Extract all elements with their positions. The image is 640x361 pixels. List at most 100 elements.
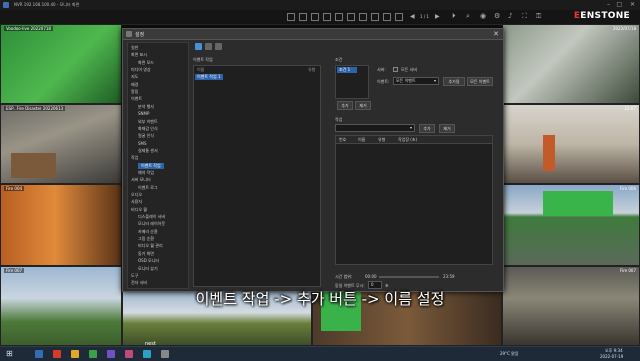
tree-item[interactable]: 지도 xyxy=(131,74,138,80)
layout-mix-icon[interactable] xyxy=(395,13,403,21)
camera-tile-2[interactable]: ESP...Fire Disaster 20220613 xyxy=(0,104,122,184)
tree-item[interactable]: 비디오 월 관리 xyxy=(138,243,163,249)
taskbar-app-icon[interactable] xyxy=(125,350,133,358)
action-header-duration: 작업장 (초) xyxy=(398,137,418,142)
taskbar-app-icon[interactable] xyxy=(107,350,115,358)
condition-label: 조건 xyxy=(335,57,343,62)
settings-icon[interactable]: ⚙ xyxy=(494,12,500,20)
window-title: NVR 192.168.100.40 - 모니터 화면 xyxy=(14,2,80,7)
tree-item[interactable]: 도구 xyxy=(131,273,138,279)
layout-split-icon[interactable] xyxy=(383,13,391,21)
record-icon[interactable]: ◉ xyxy=(480,12,486,20)
tree-item[interactable]: 실제통 센서 xyxy=(138,148,158,154)
condition-item[interactable]: 조건 1 xyxy=(337,67,357,73)
camera-tile-1[interactable]: Voodoo-live 20220718 xyxy=(0,24,122,104)
weather-text[interactable]: 29°C 맑음 xyxy=(500,351,519,357)
camera-tile-6[interactable]: 15:07 xyxy=(502,104,640,184)
tree-item[interactable]: 디스플레이 서버 xyxy=(138,214,165,220)
next-page-icon[interactable]: ▶ xyxy=(435,13,440,20)
taskbar-app-icon[interactable] xyxy=(161,350,169,358)
copy-job-icon[interactable] xyxy=(205,43,212,50)
tree-item[interactable]: 예약 작업 xyxy=(138,170,154,176)
action-add-button[interactable]: 추가 xyxy=(419,124,435,133)
server-checkbox[interactable] xyxy=(393,67,398,72)
tree-item[interactable]: 배경 xyxy=(131,82,138,88)
add-event-button[interactable]: 추가됨 xyxy=(443,77,465,86)
windows-start-icon[interactable]: ⊞ xyxy=(6,349,13,358)
tree-item[interactable]: 그림 순환 xyxy=(138,236,154,242)
condition-delete-button[interactable]: 제거 xyxy=(355,101,371,110)
search-icon[interactable]: ⌕ xyxy=(466,12,470,21)
tree-item[interactable]: 서버 모니터 xyxy=(131,177,151,183)
taskbar-app-icon[interactable] xyxy=(35,350,43,358)
tree-item[interactable]: 화면 모드 xyxy=(138,60,154,66)
layout-custom-icon[interactable] xyxy=(335,13,343,21)
layout-full-icon[interactable] xyxy=(371,13,379,21)
tree-item[interactable]: 사용자 xyxy=(131,199,142,205)
tree-item[interactable]: 모니터 레이아웃 xyxy=(138,221,165,227)
camera-tile-5[interactable]: 2022/07/18 xyxy=(502,24,640,104)
tree-item[interactable]: 비디오 월 xyxy=(131,207,147,213)
layout-4-icon[interactable] xyxy=(299,13,307,21)
camera-scene-shape xyxy=(11,153,56,178)
play-icon[interactable]: ⏵ xyxy=(452,12,456,21)
fullscreen-icon[interactable]: ⛶ xyxy=(522,12,527,21)
dialog-close-button[interactable]: ✕ xyxy=(493,30,499,38)
tree-item[interactable]: 전자 서버 xyxy=(131,280,147,286)
tree-item[interactable]: 미디어 영상 xyxy=(131,67,151,73)
tree-item[interactable]: 얼굴 인식 xyxy=(138,133,154,139)
event-select[interactable]: 모든 이벤트 ▾ xyxy=(393,77,439,85)
list-item[interactable]: 이벤트 작업 1 xyxy=(195,74,223,80)
maximize-button[interactable]: □ xyxy=(616,1,622,8)
taskbar-app-icon[interactable] xyxy=(53,350,61,358)
camera-timestamp: 2022/07/18 xyxy=(612,26,636,31)
time-range-slider[interactable] xyxy=(379,276,439,278)
tree-item[interactable]: 화면 표시 xyxy=(131,52,147,58)
time-from[interactable]: 00:00 xyxy=(365,274,377,279)
taskbar: ⊞ 29°C 맑음 오후 9:34 2022-07-19 xyxy=(0,346,640,361)
all-events-button[interactable]: 모든 이벤트 xyxy=(467,77,493,86)
layout-16-icon[interactable] xyxy=(323,13,331,21)
clock-date[interactable]: 2022-07-19 xyxy=(600,354,623,359)
tree-item[interactable]: 이벤트 작업 xyxy=(138,162,164,169)
minimize-button[interactable]: – xyxy=(607,1,610,8)
add-job-icon[interactable] xyxy=(195,43,202,50)
tree-item[interactable]: 오디오 xyxy=(131,192,142,198)
tree-item[interactable]: 모니터 뷰기 xyxy=(138,266,158,272)
server-checkbox-label: 모든 서버 xyxy=(401,67,417,72)
tree-item[interactable]: 분석 행사 xyxy=(138,104,154,110)
tree-item[interactable]: 작업 xyxy=(131,155,138,161)
action-header-no: 번호 xyxy=(339,137,347,142)
tree-item[interactable]: SMS xyxy=(138,141,147,146)
tree-item[interactable]: SNMP xyxy=(138,111,149,116)
camera-tile-3[interactable]: Fire 004 xyxy=(0,184,122,266)
tree-item[interactable]: 동기 화면 xyxy=(138,251,154,257)
taskbar-app-icon[interactable] xyxy=(71,350,79,358)
tree-item[interactable]: 화재감 인식 xyxy=(138,126,158,132)
layout-9-icon[interactable] xyxy=(311,13,319,21)
layout-grid-icon[interactable] xyxy=(359,13,367,21)
taskbar-app-icon[interactable] xyxy=(89,350,97,358)
tree-item[interactable]: 일반 xyxy=(131,45,138,51)
action-select[interactable]: ▾ xyxy=(335,124,415,132)
time-to[interactable]: 23:59 xyxy=(443,274,455,279)
prev-page-icon[interactable]: ◀ xyxy=(410,13,415,20)
tree-item[interactable]: 이벤트 로그 xyxy=(138,185,158,191)
tree-item[interactable]: 카메라 순환 xyxy=(138,229,158,235)
camera-tile-7[interactable]: Fire 006 xyxy=(502,184,640,266)
event-job-label: 이벤트 작업 xyxy=(193,57,213,62)
tree-item[interactable]: 이벤트 xyxy=(131,96,142,102)
lock-icon[interactable]: ⚿ xyxy=(536,12,541,21)
tree-item[interactable]: OSD 모니터 xyxy=(138,258,159,264)
audio-icon[interactable]: ♪ xyxy=(508,12,512,20)
layout-1-icon[interactable] xyxy=(287,13,295,21)
action-delete-button[interactable]: 제거 xyxy=(439,124,455,133)
action-table-header: 번호 이름 유형 작업장 (초) xyxy=(336,136,492,144)
tree-item[interactable]: 외부 이벤트 xyxy=(138,119,158,125)
tree-item[interactable]: 알림 xyxy=(131,89,138,95)
delete-job-icon[interactable] xyxy=(215,43,222,50)
taskbar-app-icon[interactable] xyxy=(143,350,151,358)
layout-wide-icon[interactable] xyxy=(347,13,355,21)
condition-add-button[interactable]: 추가 xyxy=(337,101,353,110)
close-window-button[interactable]: ✕ xyxy=(630,1,635,8)
